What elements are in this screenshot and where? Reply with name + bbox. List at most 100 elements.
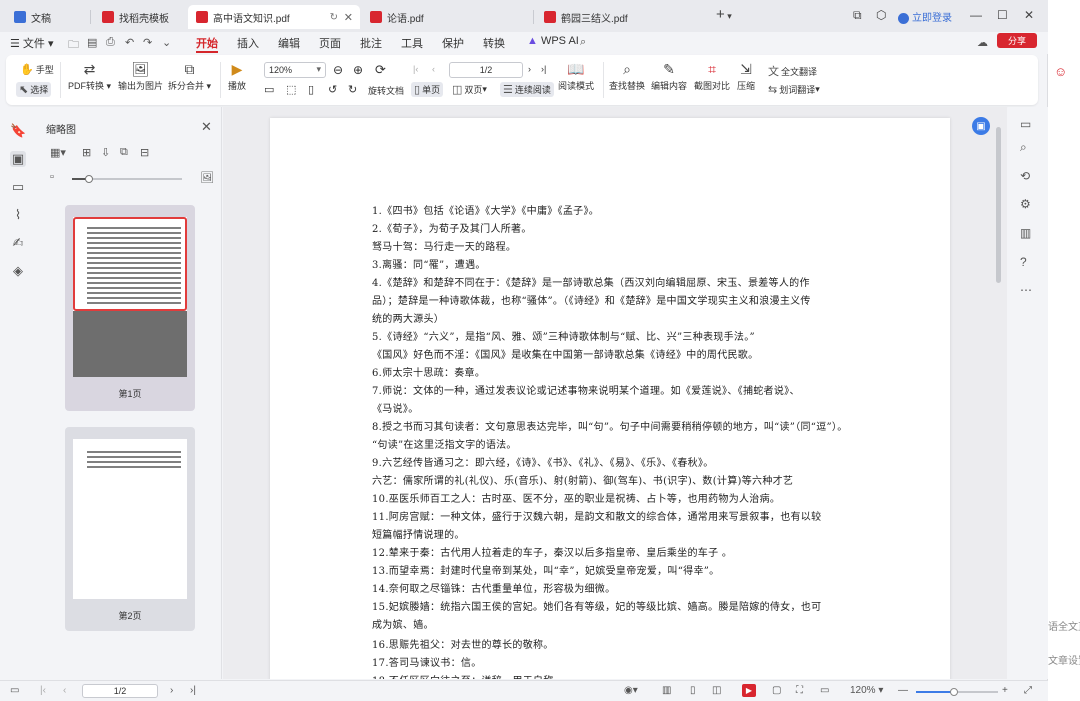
redo-icon[interactable]: ↷: [143, 36, 152, 49]
share-button[interactable]: 分享: [997, 33, 1037, 48]
file-menu[interactable]: ☰ 文件 ▾: [10, 35, 54, 51]
export-image-button[interactable]: 🖼 输出为图片: [118, 61, 163, 92]
maximize-button[interactable]: ☐: [997, 8, 1008, 22]
more-chevron-icon[interactable]: ⌄: [162, 36, 171, 49]
rotate-left-icon[interactable]: ↺: [328, 83, 337, 96]
menu-insert[interactable]: 插入: [237, 35, 259, 51]
menu-protect[interactable]: 保护: [442, 35, 464, 51]
menu-page[interactable]: 页面: [319, 35, 341, 51]
thumbnail-page-2[interactable]: 第2页: [65, 427, 195, 631]
view-options-icon[interactable]: ▦▾: [50, 146, 66, 159]
fullscreen-fit-icon[interactable]: ⛶: [796, 685, 803, 696]
attachment-icon[interactable]: ⌇: [10, 207, 26, 223]
hand-tool[interactable]: ✋ 手型: [20, 63, 54, 76]
rotate-right-icon[interactable]: ↻: [348, 83, 357, 96]
sync-icon[interactable]: ⟲: [1020, 169, 1030, 183]
thumbnail-page-1[interactable]: 第1页: [65, 205, 195, 411]
login-link[interactable]: 立即登录: [898, 9, 952, 24]
insert-page-icon[interactable]: ⊞: [82, 146, 91, 159]
tab-pdf-lunyu[interactable]: 论语.pdf: [362, 5, 532, 29]
pdf-convert-button[interactable]: ⇄ PDF转换 ▾: [68, 61, 111, 92]
translate-full-button[interactable]: 文全文翻译: [768, 63, 817, 79]
play-button[interactable]: ▶ 播放: [228, 61, 246, 92]
menu-convert[interactable]: 转换: [483, 35, 505, 51]
zoom-out-button[interactable]: —: [898, 685, 908, 696]
eye-protect-icon[interactable]: ◉▾: [624, 685, 638, 696]
window-layout-icon[interactable]: ⧉: [853, 8, 862, 23]
skin-icon[interactable]: ⬡: [876, 8, 886, 22]
rotate-doc-button[interactable]: 旋转文档: [368, 84, 404, 97]
replace-page-icon[interactable]: ⧉: [120, 146, 128, 159]
screenshot-compare-button[interactable]: ⌗ 截图对比: [694, 61, 730, 92]
tab-active-pdf[interactable]: 高中语文知识.pdf ↻ ✕: [188, 5, 360, 29]
layers-icon[interactable]: ◈: [10, 263, 26, 279]
panel-toggle-icon[interactable]: ▭: [1020, 117, 1031, 131]
prev-page-icon[interactable]: ‹: [63, 685, 66, 696]
close-panel-icon[interactable]: ✕: [201, 119, 212, 135]
wps-ai-menu[interactable]: ▲ WPS AI: [527, 35, 579, 47]
menu-comment[interactable]: 批注: [360, 35, 382, 51]
tab-pdf-sanjieyi[interactable]: 鹤园三结义.pdf: [536, 5, 704, 29]
first-page-icon[interactable]: |‹: [40, 685, 46, 696]
refresh-icon[interactable]: ↻: [330, 12, 338, 23]
menu-tools[interactable]: 工具: [401, 35, 423, 51]
more-icon[interactable]: ⋯: [1020, 283, 1032, 297]
translate-word-button[interactable]: ⇆ 划词翻译 ▾: [768, 83, 820, 96]
book-icon[interactable]: ▥: [1020, 226, 1031, 240]
slider-knob[interactable]: [85, 175, 93, 183]
compress-button[interactable]: ⇲ 压缩: [737, 61, 755, 92]
find-replace-button[interactable]: ⌕ 查找替换: [609, 61, 645, 92]
cloud-upload-icon[interactable]: ☁: [977, 36, 988, 49]
zoom-knob[interactable]: [950, 688, 958, 696]
read-mode-button[interactable]: 📖 阅读模式: [558, 61, 594, 92]
double-page-button[interactable]: ◫ 双页 ▾: [452, 83, 487, 96]
menu-start[interactable]: 开始: [196, 35, 218, 51]
next-page-icon[interactable]: ›: [170, 685, 173, 696]
read-mode-icon[interactable]: ▢: [772, 685, 781, 696]
close-tab-icon[interactable]: ✕: [344, 11, 353, 24]
fullscreen-icon[interactable]: ⤢: [1024, 685, 1032, 696]
save-icon[interactable]: ▤: [87, 36, 97, 49]
comment-mode-icon[interactable]: ▭: [820, 685, 829, 696]
search-icon[interactable]: ⌕: [1020, 140, 1027, 155]
next-page-icon[interactable]: ›: [528, 64, 531, 74]
play-slideshow-button[interactable]: ▶: [742, 684, 756, 697]
extract-page-icon[interactable]: ⇩: [101, 146, 110, 159]
thumb-size-slider[interactable]: [72, 175, 182, 183]
search-icon[interactable]: ⌕: [580, 36, 586, 49]
tab-docs[interactable]: 文稿: [6, 5, 88, 29]
first-page-icon[interactable]: |‹: [413, 64, 418, 74]
single-page-button[interactable]: ▯ 单页: [411, 82, 444, 97]
select-tool[interactable]: ⬉ 选择: [16, 82, 52, 97]
thumbnail-icon[interactable]: ▣: [10, 151, 26, 167]
page-number-input[interactable]: 1/2: [449, 62, 523, 78]
undo-icon[interactable]: ↶: [125, 36, 134, 49]
actual-size-icon[interactable]: ▯: [308, 83, 314, 96]
fit-width-icon[interactable]: ▭: [264, 83, 274, 96]
fit-page-icon[interactable]: ⬚: [286, 83, 296, 96]
zoom-in-icon[interactable]: ⊕: [353, 63, 363, 77]
minimize-button[interactable]: —: [970, 8, 982, 22]
new-tab-button[interactable]: + ▾: [716, 6, 732, 23]
open-icon[interactable]: 🗀: [68, 36, 79, 55]
print-icon[interactable]: ⎙: [106, 36, 115, 49]
fit-width-icon[interactable]: ▥: [662, 685, 671, 696]
status-page-input[interactable]: 1/2: [82, 684, 158, 698]
split-merge-button[interactable]: ⧉ 拆分合并 ▾: [168, 61, 211, 92]
tab-templates[interactable]: 找稻壳模板: [94, 5, 186, 29]
last-page-icon[interactable]: ›|: [541, 64, 546, 74]
menu-edit[interactable]: 编辑: [278, 35, 300, 51]
continuous-read-button[interactable]: ☰ 连续阅读: [500, 82, 554, 97]
large-thumb-icon[interactable]: 🖼: [200, 171, 214, 184]
last-page-icon[interactable]: ›|: [190, 685, 196, 696]
comment-icon[interactable]: ▭: [10, 179, 26, 195]
small-thumb-icon[interactable]: ▫: [50, 171, 54, 183]
zoom-select[interactable]: 120% ▾: [264, 62, 326, 78]
floating-action-icon[interactable]: ▣: [972, 117, 990, 135]
sidebar-toggle-icon[interactable]: ▭: [10, 685, 19, 696]
zoom-slider[interactable]: [916, 688, 998, 696]
settings-sliders-icon[interactable]: ⚙: [1020, 197, 1031, 211]
document-view[interactable]: 1.《四书》包括《论语》《大学》《中庸》《孟子》。 2.《荀子》，为荀子及其门人所…: [223, 107, 1007, 679]
bookmark-icon[interactable]: 🔖: [10, 123, 26, 139]
delete-page-icon[interactable]: ⊟: [140, 146, 149, 159]
